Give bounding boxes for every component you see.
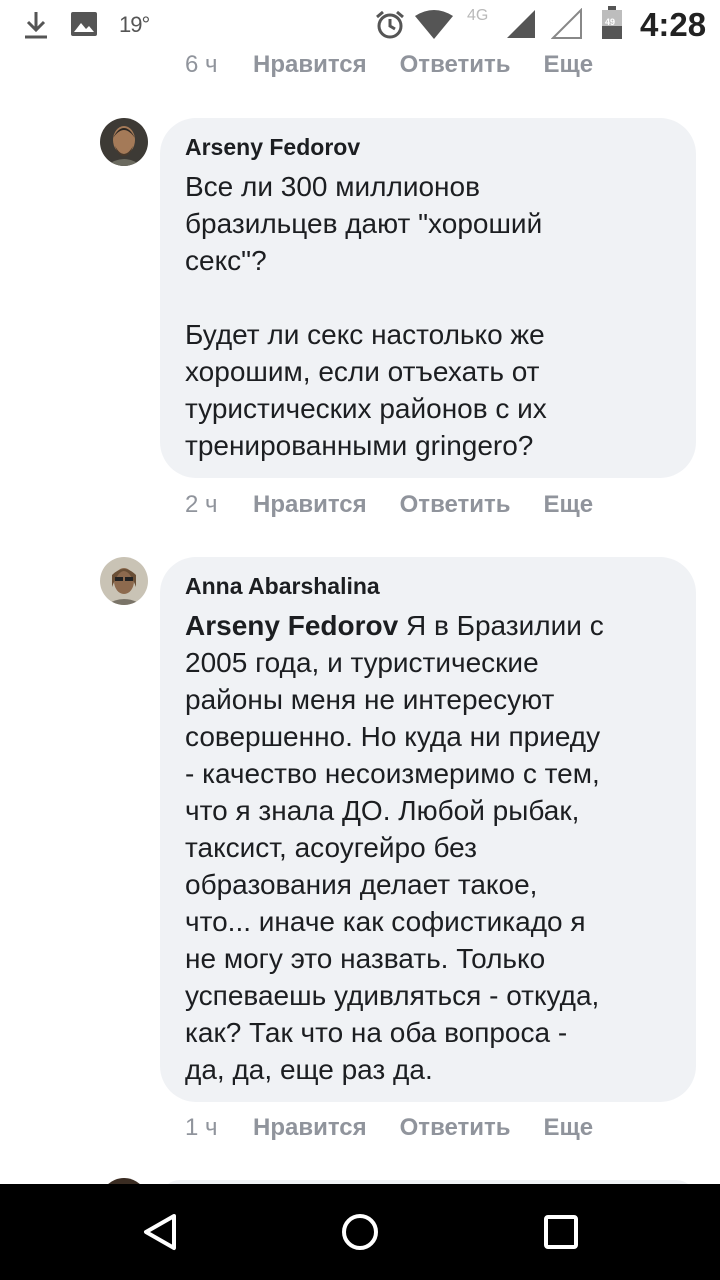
comment-text: Arseny Fedorov Я в Бразилии с 2005 года,… [185,607,676,1088]
comment-bubble: Anna Abarshalina Arseny Fedorov Я в Браз… [160,557,696,1102]
signal-icon [505,8,537,45]
comment-actions: 2 ч Нравится Ответить Еще [185,490,626,520]
comment-author[interactable]: Arseny Fedorov [185,132,676,162]
reply-button[interactable]: Ответить [400,51,511,79]
comment-bubble: Arseny Fedorov Все ли 300 миллионов браз… [160,118,696,478]
like-button[interactable]: Нравится [253,51,367,79]
home-icon[interactable] [340,1212,380,1252]
back-icon[interactable] [140,1212,180,1252]
avatar[interactable] [100,557,148,605]
image-icon [70,11,98,42]
comment-time: 1 ч [185,1114,218,1141]
comment-time: 2 ч [185,491,218,518]
wifi-icon [414,10,454,45]
like-button[interactable]: Нравится [253,1114,367,1142]
mention-link[interactable]: Arseny Fedorov [185,610,398,641]
status-bar: 19° 4G 49 4:28 [0,0,720,48]
alarm-icon [374,9,406,46]
comment-body: Я в Бразилии с 2005 года, и туристически… [185,610,604,1085]
more-button[interactable]: Еще [544,1114,594,1142]
signal-empty-icon [550,7,583,45]
comment-text: Все ли 300 миллионов бразильцев дают "хо… [185,171,547,461]
download-icon [22,10,50,45]
battery-level-text: 49 [605,17,616,27]
recents-icon[interactable] [541,1212,581,1252]
more-button[interactable]: Еще [544,491,594,519]
navigation-bar [0,1184,720,1280]
like-button[interactable]: Нравится [253,491,367,519]
more-button[interactable]: Еще [544,51,594,79]
comment-actions: 6 ч Нравится Ответить Еще [185,50,626,80]
network-type-text: 4G [467,7,489,24]
reply-button[interactable]: Ответить [400,1114,511,1142]
comment-author[interactable]: Anna Abarshalina [185,571,676,601]
temperature-text: 19° [119,12,150,37]
comments-list: 6 ч Нравится Ответить Еще Arseny Fedorov… [0,48,720,1184]
comment-time: 6 ч [185,51,218,78]
reply-button[interactable]: Ответить [400,491,511,519]
clock-time: 4:28 [640,6,707,43]
avatar[interactable] [100,118,148,166]
comment-actions: 1 ч Нравится Ответить Еще [185,1113,626,1143]
